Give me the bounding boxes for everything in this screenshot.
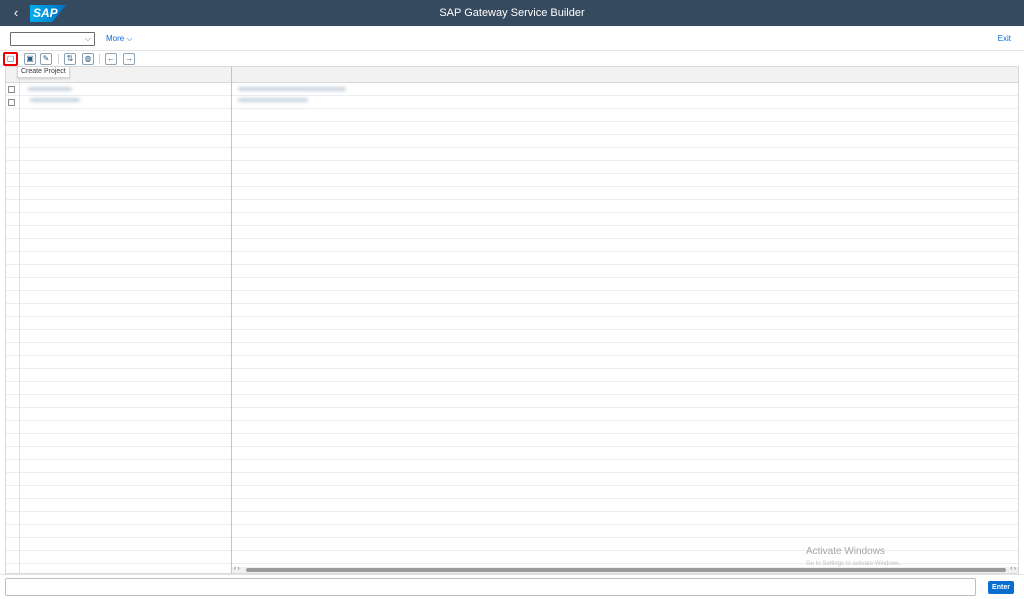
project-tree-grid: ‹ › ‹ › [5, 66, 1019, 574]
arrow-left-icon: ← [107, 54, 115, 63]
shell-bar: ‹ SAP SAP Gateway Service Builder [0, 0, 1024, 26]
import-icon: ⇅ [66, 54, 74, 63]
redacted-text [30, 98, 80, 102]
redacted-text [28, 87, 72, 91]
exit-button[interactable]: Exit [998, 34, 1011, 43]
toolbar-separator [58, 54, 59, 64]
open-project-button[interactable]: ▣ [24, 53, 36, 65]
forward-button[interactable]: → [123, 53, 135, 65]
grid-header [6, 67, 1018, 83]
chevron-down-icon: ⌵ [126, 34, 133, 43]
import-button[interactable]: ⇅ [64, 53, 76, 65]
row-checkbox[interactable] [8, 86, 15, 93]
toolbar-separator [99, 54, 100, 64]
more-button[interactable]: More ⌵ [106, 34, 133, 44]
edit-project-icon: ✎ [42, 54, 50, 63]
column-separator [19, 67, 20, 573]
page-title: SAP Gateway Service Builder [439, 7, 585, 19]
redacted-text [238, 98, 308, 102]
create-project-icon: ▢ [6, 54, 15, 63]
scroll-left-icon[interactable]: ‹ › [234, 566, 240, 572]
tooltip: Create Project [17, 66, 70, 78]
column-separator[interactable] [231, 67, 232, 573]
chevron-down-icon[interactable]: ⌵ [85, 33, 91, 45]
enter-button[interactable]: Enter [988, 581, 1014, 594]
footer-bar: Enter [0, 574, 1024, 599]
open-project-icon: ▣ [26, 54, 34, 63]
more-label: More [106, 34, 125, 43]
watermark-subtitle: Go to Settings to activate Windows. [806, 561, 901, 567]
row-checkbox[interactable] [8, 99, 15, 106]
application-toolbar: ▢ ▣ ✎ ⇅ ◍ ← → [0, 51, 1024, 66]
edit-project-button[interactable]: ✎ [40, 53, 52, 65]
globe-button[interactable]: ◍ [82, 53, 94, 65]
grid-rows [6, 83, 1018, 567]
create-project-button[interactable]: ▢ [3, 52, 18, 66]
redacted-text [238, 87, 346, 91]
watermark-title: Activate Windows [806, 546, 885, 557]
command-field[interactable]: ⌵ [10, 32, 95, 46]
globe-icon: ◍ [84, 54, 92, 63]
arrow-right-icon: → [125, 54, 133, 63]
command-input[interactable] [11, 33, 81, 45]
scroll-right-icon[interactable]: ‹ › [1010, 566, 1016, 572]
back-button[interactable]: ← [105, 53, 117, 65]
okcode-field[interactable] [5, 578, 976, 596]
system-toolbar: ⌵ More ⌵ Exit [0, 26, 1024, 73]
activation-watermark: Activate Windows Go to Settings to activ… [806, 546, 901, 570]
